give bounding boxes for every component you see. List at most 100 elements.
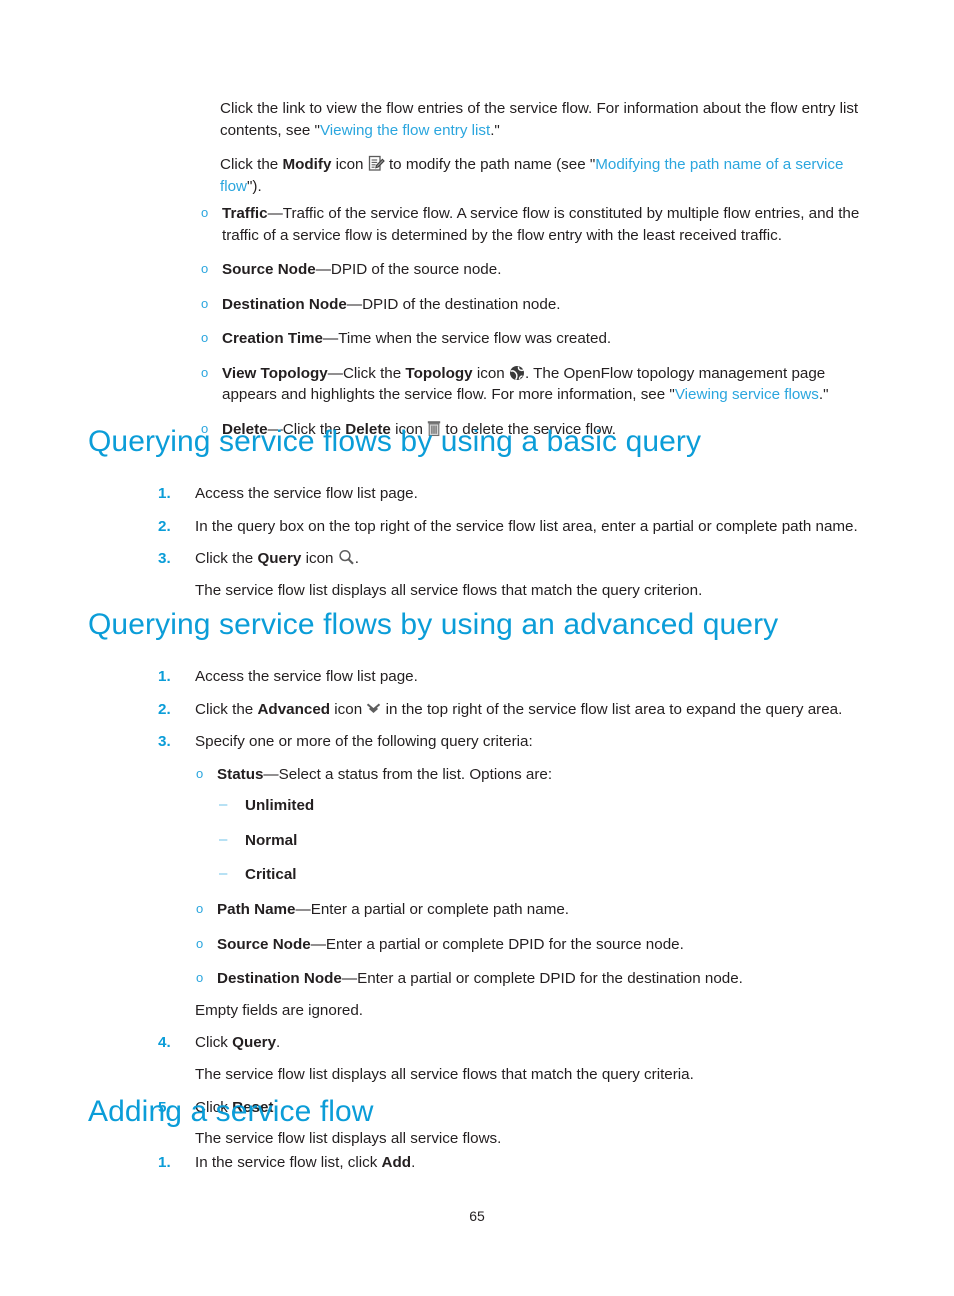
step-number: 2. [158,517,171,535]
service-flow-field-list: o Traffic — Traffic of the service flow. A… [200,203,868,441]
field-term-creation-time: Creation Time [222,330,323,348]
step-number: 2. [158,700,171,718]
step-result-text: The service flow list displays all servi… [195,1130,502,1148]
link-viewing-the-flow-entry-list[interactable]: Viewing the flow entry list [320,122,490,139]
view-topology-text-a: Click the [342,364,406,382]
heading-adding-a-service-flow: Adding a service flow [88,1095,374,1128]
step-click-query: 4. Click Query. The service flow list di… [158,1032,870,1085]
topology-bold-label: Topology [405,364,473,382]
step-text: Specify one or more of the following que… [195,733,533,751]
step-text-b: . [411,1154,416,1171]
page-number: 65 [469,1208,485,1224]
criterion-term-status: Status [217,765,264,783]
step-text-a: Click [195,1034,233,1052]
step-click-add: 1. In the service flow list, click Add. [158,1152,870,1174]
intro-para1-text-a: Click the link to view the flow entries … [220,100,859,139]
intro-para2-text-d: "). [247,177,262,195]
list-item-creation-time: o Creation Time—Time when the service fl… [200,328,868,350]
intro-para2-text-a: Click the [220,156,283,174]
field-desc-traffic: Traffic of the service flow. A service f… [222,205,860,244]
criterion-term-destination-node: Destination Node [217,970,342,988]
list-item-destination-node: o Destination Node—DPID of the destinati… [200,294,868,316]
criterion-sep-destination-node: — [341,970,358,988]
field-term-destination-node: Destination Node [222,295,347,313]
modify-bold-label: Modify [282,156,332,174]
step-enter-path-name: 2. In the query box on the top right of … [158,516,870,538]
adding-service-flow-steps: 1. In the service flow list, click Add. [158,1152,870,1174]
field-term-source-node: Source Node [222,261,316,279]
criterion-sep-status: — [263,765,279,783]
circle-bullet-icon: o [196,970,204,986]
step-access-list-page: 1. Access the service flow list page. [158,666,870,688]
criterion-term-source-node: Source Node [217,935,311,953]
step-click-advanced-icon: 2. Click the Advanced icon in the top ri… [158,699,870,721]
step-number: 1. [158,1154,171,1171]
criterion-source-node: o Source Node—Enter a partial or complet… [195,934,870,956]
step-click-query-icon: 3. Click the Query icon . The service fl… [158,548,870,601]
advanced-double-chevron-down-icon [366,702,381,715]
step-text: Access the service flow list page. [195,668,418,685]
circle-bullet-icon: o [196,765,204,781]
field-desc-creation-time: Time when the service flow was created. [338,330,612,348]
step-text-a: In the service flow list, click [195,1154,382,1171]
field-term-view-topology: View Topology [222,364,328,382]
dash-bullet-icon: – [219,865,228,883]
step-text-b: icon [330,700,367,718]
circle-bullet-icon: o [196,935,204,951]
field-sep-source-node: — [315,261,331,279]
step-text: Access the service flow list page. [195,485,418,502]
status-option-critical: – Critical [217,864,870,886]
view-topology-text-b: icon [472,364,509,382]
field-desc-source-node: DPID of the source node. [330,261,502,279]
field-sep-creation-time: — [323,330,339,348]
criterion-sep-source-node: — [310,935,326,953]
circle-bullet-icon: o [201,330,209,346]
circle-bullet-icon: o [196,901,204,917]
heading-querying-advanced-query: Querying service flows by using an advan… [88,608,779,641]
field-term-traffic: Traffic [222,205,268,222]
step-number: 1. [158,668,171,685]
list-item-traffic: o Traffic—Traffic of the service flow. A… [200,203,868,246]
field-sep-destination-node: — [346,295,363,313]
step-number: 3. [158,733,171,751]
link-viewing-service-flows[interactable]: Viewing service flows [675,386,819,403]
criterion-desc-destination-node: Enter a partial or complete DPID for the… [357,970,743,988]
step-text-a: Click the [195,700,258,718]
status-option-unlimited: – Unlimited [217,795,870,817]
view-topology-text-d: ." [818,386,829,404]
step-result-text: The service flow list displays all servi… [195,1065,694,1083]
document-page: Click the link to view the flow entries … [0,0,954,1296]
step-specify-criteria: 3. Specify one or more of the following … [158,731,870,1021]
criterion-sep-path-name: — [295,901,311,919]
intro-para2-text-c: to modify the path name (see " [384,156,596,174]
heading-querying-basic-query: Querying service flows by using a basic … [88,425,702,458]
step-text-a: Click the [195,550,258,568]
step-number: 3. [158,550,171,568]
intro-para1-text-b: ." [490,121,500,139]
status-options-list: – Unlimited – Normal – Critical [217,795,870,886]
advanced-bold-label: Advanced [257,700,331,718]
step-text: In the query box on the top right of the… [195,517,858,535]
step-number: 4. [158,1034,171,1052]
status-option-normal: – Normal [217,830,870,852]
query-magnifier-icon [338,549,355,566]
criterion-term-path-name: Path Name [217,901,296,919]
list-item-view-topology: o View Topology—Click the Topology icon … [200,363,868,406]
step-access-list-page: 1. Access the service flow list page. [158,483,870,505]
status-option-label: Normal [245,831,298,849]
intro-para2-text-b: icon [331,156,368,174]
add-bold-label: Add [381,1154,412,1171]
criterion-path-name: o Path Name—Enter a partial or complete … [195,899,870,921]
step-number: 1. [158,485,171,502]
criterion-destination-node: o Destination Node—Enter a partial or co… [195,968,870,990]
field-desc-destination-node: DPID of the destination node. [362,295,561,313]
circle-bullet-icon: o [201,364,209,380]
query-bold-label: Query [257,550,302,568]
step-text-b: . [276,1034,281,1052]
intro-paragraph-2: Click the Modify icon to modify the path… [220,154,866,197]
intro-block: Click the link to view the flow entries … [220,98,866,210]
criterion-status: o Status—Select a status from the list. … [195,764,870,886]
dash-bullet-icon: – [219,796,228,814]
empty-fields-note: Empty fields are ignored. [195,1001,363,1019]
circle-bullet-icon: o [201,205,209,220]
